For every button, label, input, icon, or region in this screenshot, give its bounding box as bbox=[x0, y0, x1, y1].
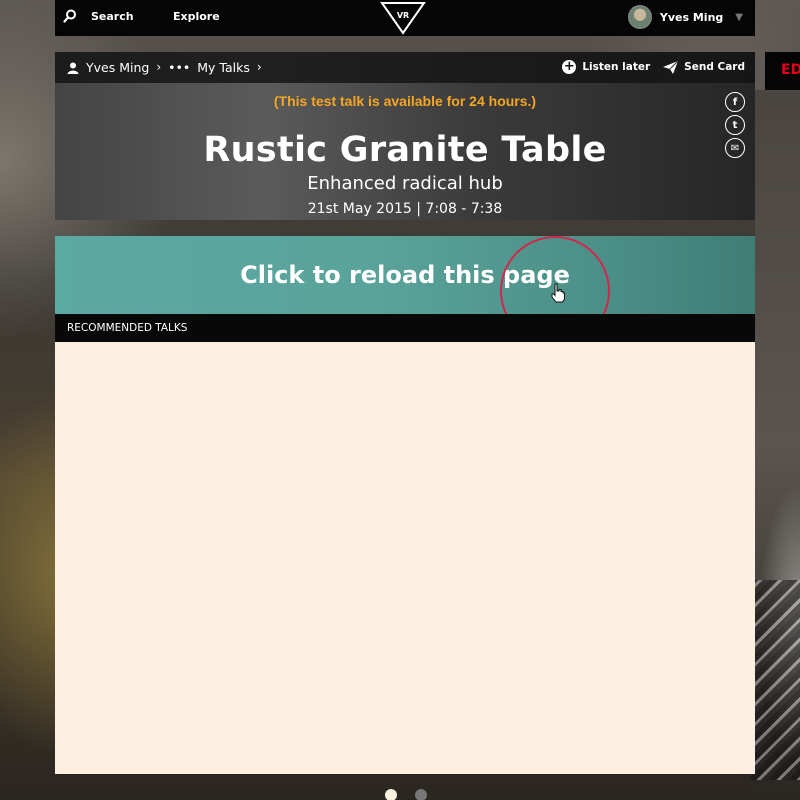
facebook-icon[interactable]: f bbox=[725, 92, 745, 112]
vr-logo[interactable]: VR bbox=[380, 1, 426, 35]
reload-label: Click to reload this page bbox=[240, 261, 570, 289]
breadcrumb-my-talks[interactable]: My Talks bbox=[197, 60, 250, 75]
chevron-down-icon: ▼ bbox=[735, 11, 743, 23]
email-icon[interactable]: ✉ bbox=[725, 138, 745, 158]
user-menu[interactable]: Yves Ming ▼ bbox=[627, 5, 743, 29]
search-button[interactable]: Search bbox=[63, 9, 134, 23]
chevron-right-icon: › bbox=[256, 59, 262, 74]
avatar bbox=[627, 5, 652, 29]
breadcrumb: Yves Ming › ••• My Talks › bbox=[67, 60, 262, 75]
breadcrumb-bar: Yves Ming › ••• My Talks › + Listen late… bbox=[55, 52, 755, 83]
talk-datetime: 21st May 2015 | 7:08 - 7:38 bbox=[307, 201, 503, 217]
talk-actions: + Listen later Send Card bbox=[562, 60, 745, 74]
page-dot-1[interactable] bbox=[385, 789, 397, 800]
recommended-heading: RECOMMENDED TALKS bbox=[67, 322, 188, 334]
top-navigation-bar: Search Explore VR Yves Ming ▼ bbox=[55, 0, 755, 36]
logo-text: VR bbox=[397, 11, 409, 20]
search-label: Search bbox=[91, 9, 134, 23]
talk-header: Yves Ming › ••• My Talks › + Listen late… bbox=[55, 52, 755, 220]
reload-banner[interactable]: Click to reload this page bbox=[55, 236, 755, 314]
talk-title: Rustic Granite Table bbox=[203, 130, 607, 170]
plus-circle-icon: + bbox=[562, 59, 577, 74]
share-buttons: f t ✉ bbox=[725, 92, 745, 158]
breadcrumb-user[interactable]: Yves Ming bbox=[86, 60, 149, 75]
paper-plane-icon bbox=[663, 60, 679, 74]
listen-later-button[interactable]: + Listen later bbox=[562, 60, 650, 74]
recommended-header: RECOMMENDED TALKS bbox=[55, 314, 755, 342]
availability-notice: (This test talk is available for 24 hour… bbox=[273, 93, 537, 109]
send-card-label: Send Card bbox=[684, 61, 745, 73]
search-icon bbox=[63, 9, 76, 23]
page-dot-2[interactable] bbox=[415, 789, 427, 800]
talk-subtitle: Enhanced radical hub bbox=[307, 173, 503, 194]
user-name: Yves Ming bbox=[659, 10, 724, 24]
user-icon bbox=[67, 62, 79, 74]
chevron-right-icon: › bbox=[156, 59, 162, 74]
recommended-talks-panel bbox=[55, 342, 755, 774]
hand-cursor-icon bbox=[551, 283, 565, 303]
pagination-dots bbox=[385, 789, 427, 800]
twitter-icon[interactable]: t bbox=[725, 115, 745, 135]
background-chain bbox=[750, 580, 800, 780]
edge-tag: ED bbox=[765, 52, 800, 90]
listen-later-label: Listen later bbox=[582, 61, 651, 73]
breadcrumb-ellipsis[interactable]: ••• bbox=[168, 60, 190, 75]
send-card-button[interactable]: Send Card bbox=[663, 60, 745, 74]
explore-link[interactable]: Explore bbox=[173, 10, 220, 23]
